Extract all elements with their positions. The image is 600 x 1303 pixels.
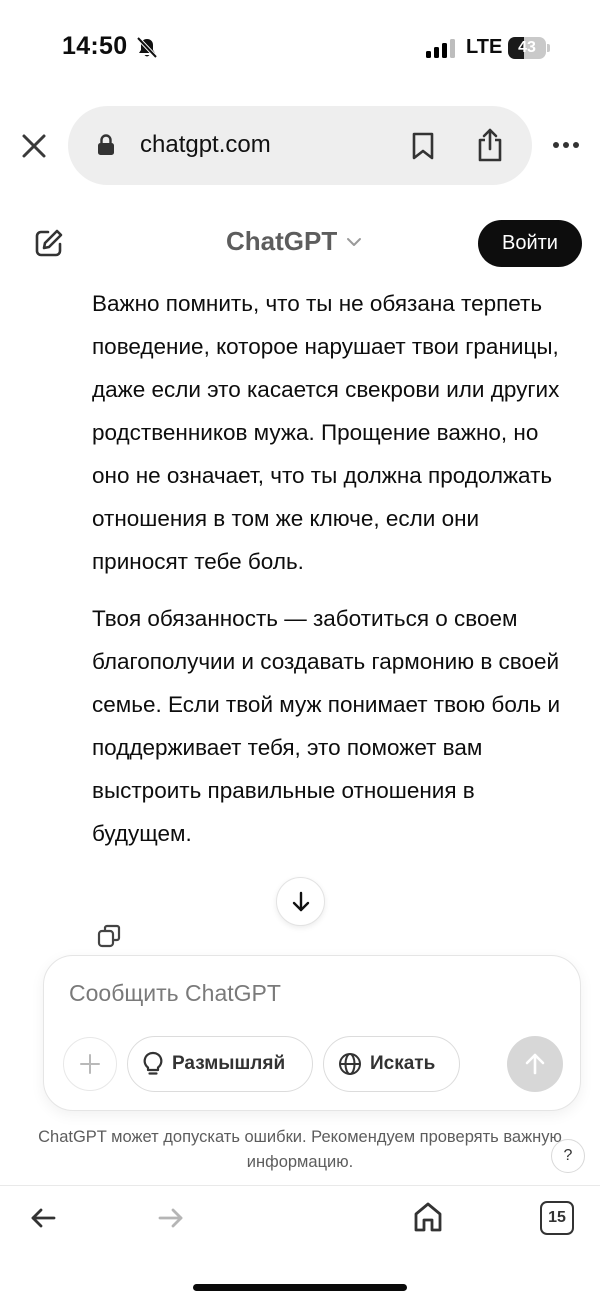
copy-icon xyxy=(97,924,121,948)
network-type: LTE xyxy=(466,36,503,58)
assistant-message: Важно помнить, что ты не обязана терпеть… xyxy=(92,282,572,855)
edit-icon xyxy=(35,229,63,257)
plus-icon xyxy=(80,1054,100,1074)
search-button[interactable]: Искать xyxy=(323,1036,460,1092)
message-paragraph: Твоя обязанность — заботиться о своем бл… xyxy=(92,606,561,846)
share-icon xyxy=(478,128,502,162)
battery-level: 43 xyxy=(518,39,536,56)
send-button[interactable] xyxy=(507,1036,563,1092)
more-button[interactable] xyxy=(548,130,584,160)
copy-button[interactable] xyxy=(94,921,124,951)
home-indicator[interactable] xyxy=(193,1284,407,1291)
arrow-down-icon xyxy=(292,891,309,911)
help-button[interactable]: ? xyxy=(551,1139,585,1173)
lightbulb-icon xyxy=(143,1051,163,1075)
address-bar[interactable] xyxy=(68,106,532,185)
status-time: 14:50 xyxy=(62,32,128,60)
scroll-to-bottom-button[interactable] xyxy=(276,877,325,926)
bell-slash-icon xyxy=(136,36,158,59)
home-button[interactable] xyxy=(410,1198,446,1236)
close-button[interactable] xyxy=(14,126,54,166)
message-paragraph: Важно помнить, что ты не обязана терпеть… xyxy=(92,291,560,574)
battery-cap xyxy=(547,44,550,52)
model-selector[interactable]: ChatGPT xyxy=(226,226,363,257)
search-label: Искать xyxy=(370,1053,436,1074)
attach-button[interactable] xyxy=(63,1037,117,1091)
message-input[interactable]: Сообщить ChatGPT xyxy=(69,980,281,1007)
disclaimer-text: ChatGPT может допускать ошибки. Рекоменд… xyxy=(38,1128,562,1171)
think-button[interactable]: Размышляй xyxy=(127,1036,313,1092)
home-icon xyxy=(414,1202,442,1232)
back-button[interactable] xyxy=(26,1202,60,1234)
new-chat-button[interactable] xyxy=(28,222,70,264)
toolbar-divider xyxy=(0,1185,600,1186)
think-label: Размышляй xyxy=(172,1053,286,1074)
arrow-left-icon xyxy=(31,1208,56,1228)
close-icon xyxy=(22,134,46,158)
signal-strength-icon xyxy=(426,38,455,58)
login-button[interactable]: Войти xyxy=(478,220,582,267)
tabs-button[interactable]: 15 xyxy=(540,1201,574,1235)
arrow-up-icon xyxy=(525,1053,545,1075)
url-text[interactable]: chatgpt.com xyxy=(140,131,271,159)
more-icon xyxy=(553,142,559,148)
composer xyxy=(43,955,581,1111)
forward-button[interactable] xyxy=(154,1202,188,1234)
bookmark-icon xyxy=(412,132,434,160)
battery-icon: 43 xyxy=(508,37,546,59)
share-button[interactable] xyxy=(470,122,510,168)
bookmark-button[interactable] xyxy=(404,126,442,166)
lock-icon xyxy=(98,134,114,155)
model-title: ChatGPT xyxy=(226,226,338,256)
arrow-right-icon xyxy=(158,1208,183,1228)
globe-icon xyxy=(339,1053,361,1075)
chevron-down-icon xyxy=(347,237,362,246)
